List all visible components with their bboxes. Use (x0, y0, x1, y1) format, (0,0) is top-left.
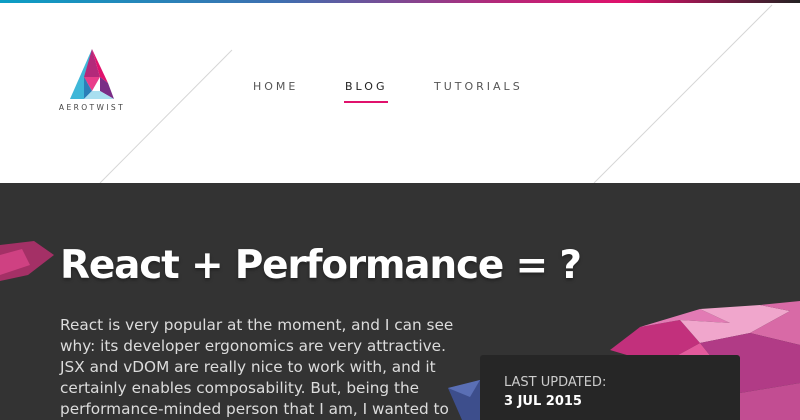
last-updated-date: 3 JUL 2015 (504, 394, 582, 409)
article-title: React + Performance = ? (60, 243, 582, 288)
site-logo-link[interactable]: AEROTWIST (56, 49, 128, 121)
aerotwist-triangle-logo-icon (70, 49, 114, 99)
brand-name: AEROTWIST (58, 103, 126, 112)
nav-active-indicator (344, 101, 388, 103)
last-updated-card: LAST UPDATED: 3 JUL 2015 (480, 355, 740, 420)
article-hero: React + Performance = ? React is very po… (0, 183, 800, 420)
nav-tutorials[interactable]: TUTORIALS (434, 80, 523, 93)
nav-home[interactable]: HOME (253, 80, 298, 93)
site-header: AEROTWIST HOME BLOG TUTORIALS (0, 3, 800, 183)
nav-blog[interactable]: BLOG (345, 80, 387, 93)
last-updated-label: LAST UPDATED: (504, 375, 607, 390)
article-intro: React is very popular at the moment, and… (60, 316, 454, 418)
